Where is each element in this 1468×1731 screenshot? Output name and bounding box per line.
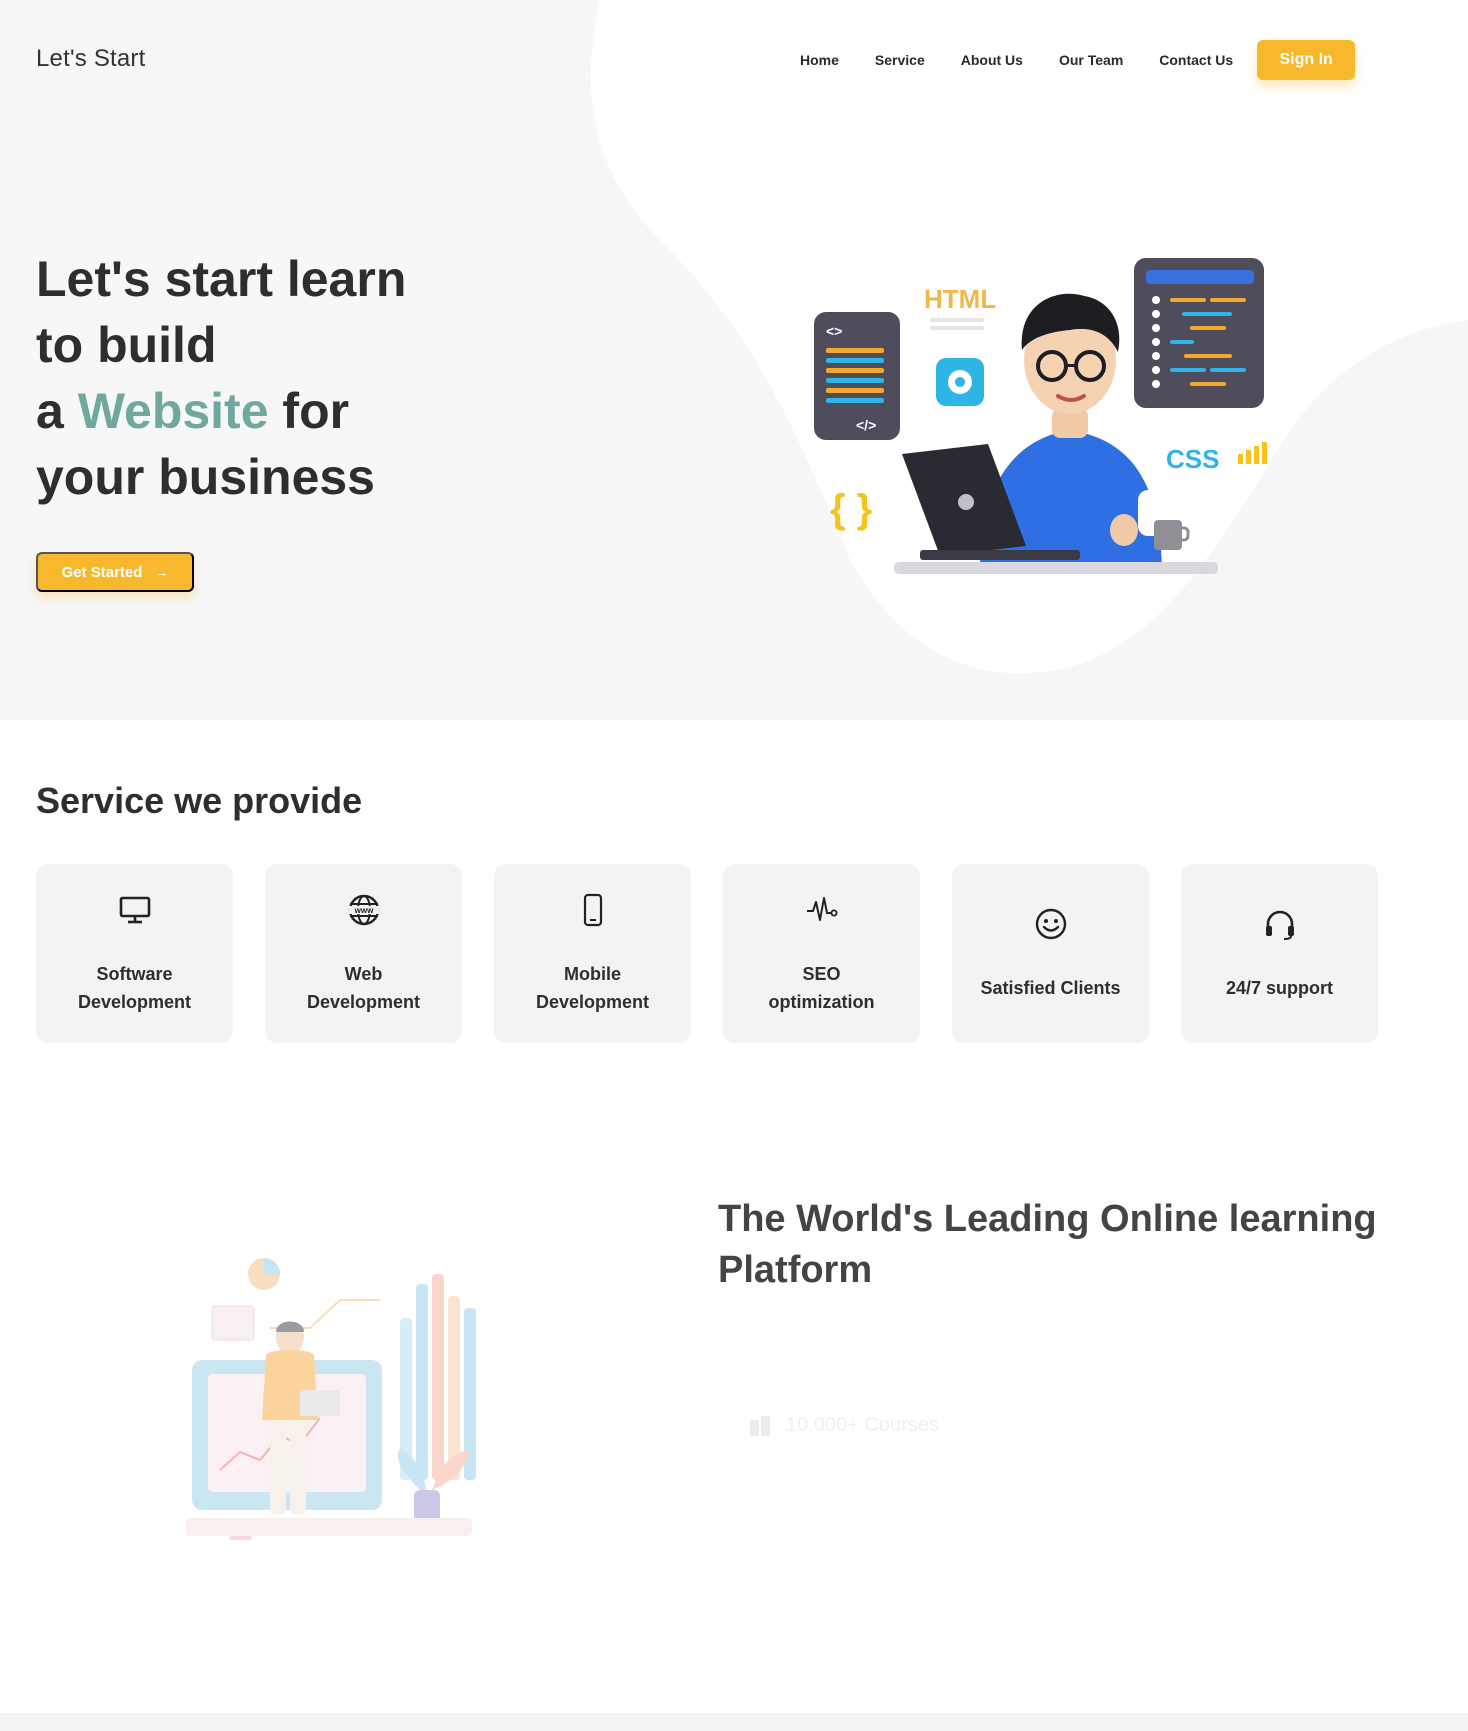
service-label: SEO optimization	[768, 964, 875, 1012]
hero-headline-a: a	[36, 383, 64, 439]
css-label: CSS	[1166, 444, 1219, 474]
sign-in-button[interactable]: Sign In	[1257, 40, 1356, 80]
service-card-satisfied-clients[interactable]: Satisfied Clients	[952, 864, 1149, 1043]
service-label: Software Development	[77, 964, 192, 1012]
html-label: HTML	[924, 284, 996, 314]
service-card-software[interactable]: Software Development	[36, 864, 233, 1043]
hero-headline-website: Website	[77, 383, 269, 439]
braces-label: { }	[830, 487, 872, 531]
page: Let's Start Home Service About Us Our Te…	[0, 0, 1468, 1731]
hero-headline-line4: your business	[36, 449, 375, 505]
courses-stat: 10,000+ Courses	[748, 1412, 939, 1438]
nav-home[interactable]: Home	[800, 40, 839, 80]
hero-section: Let's Start Home Service About Us Our Te…	[0, 0, 1468, 720]
arrow-right-icon: →	[154, 564, 169, 580]
svg-text:</>: </>	[856, 417, 876, 433]
developer-illustration: <> </> HTML { } CSS	[814, 258, 1267, 574]
smile-icon	[1035, 908, 1066, 940]
nav-our-team[interactable]: Our Team	[1059, 40, 1123, 80]
code-card-left: <> </>	[814, 312, 900, 440]
nav-contact-us[interactable]: Contact Us	[1159, 40, 1233, 80]
books-icon	[750, 1416, 770, 1436]
headset-icon	[1265, 910, 1294, 940]
service-label: 24/7 support	[1225, 978, 1334, 998]
service-card-support[interactable]: 24/7 support	[1181, 864, 1378, 1043]
nav-about-us[interactable]: About Us	[961, 40, 1023, 80]
footer-strip	[0, 1713, 1468, 1731]
service-card-web[interactable]: www Web Development	[265, 864, 462, 1043]
mobile-icon	[583, 893, 602, 927]
pulse-icon	[806, 897, 837, 921]
courses-stat-label: 10,000+ Courses	[786, 1413, 939, 1436]
hero-headline-line2: to build	[36, 317, 217, 373]
service-label: Web Development	[306, 964, 421, 1012]
get-started-label: Get Started	[61, 563, 143, 581]
services-title: Service we provide	[36, 780, 363, 821]
hero-headline-line1: Let's start learn	[36, 251, 407, 307]
code-card-right	[1134, 258, 1264, 408]
www-globe-icon: www	[348, 894, 379, 926]
site-logo[interactable]: Let's Start	[36, 45, 146, 73]
get-started-button[interactable]: Get Started →	[36, 552, 194, 592]
gear-tile	[936, 358, 984, 406]
service-label: Mobile Development	[535, 964, 650, 1012]
hero-headline-line3: a Website for	[36, 378, 406, 444]
services-cards: SoftwareDevelopment www WebDevelopment	[36, 864, 1378, 1043]
learning-section-title: The World's Leading Online learning Plat…	[718, 1198, 1377, 1291]
main-nav: Home Service About Us Our Team Contact U…	[800, 40, 1356, 80]
monitor-icon	[119, 896, 150, 924]
service-card-seo[interactable]: SEO optimization	[723, 864, 920, 1043]
svg-text:www: www	[353, 906, 373, 915]
hero-headline-for: for	[282, 383, 350, 439]
learning-illustration	[186, 1258, 476, 1540]
hero-headline: Let's start learn to build a Website for…	[36, 246, 406, 510]
service-label: Satisfied Clients	[980, 978, 1121, 998]
nav-service[interactable]: Service	[875, 40, 925, 80]
service-card-mobile[interactable]: Mobile Development	[494, 864, 691, 1043]
svg-text:<>: <>	[826, 323, 842, 339]
